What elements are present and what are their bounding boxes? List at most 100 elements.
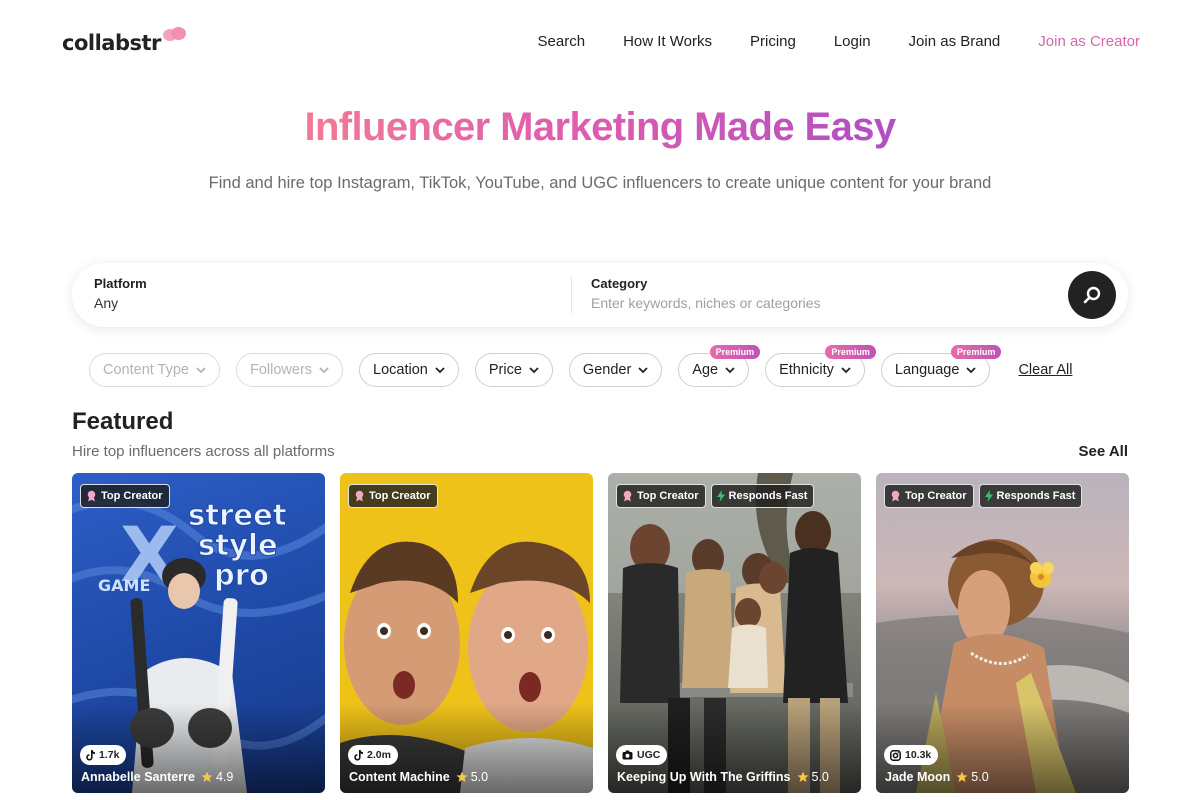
logo-text: collabstr — [62, 31, 161, 55]
category-field: Category — [591, 276, 1011, 313]
filter-label: Location — [373, 362, 428, 378]
badge-label: Top Creator — [637, 490, 699, 502]
category-input[interactable] — [591, 295, 1011, 311]
instagram-icon — [890, 749, 901, 761]
creator-name: Annabelle Santerre — [81, 770, 195, 784]
search-button[interactable] — [1068, 271, 1116, 319]
badge-label: Top Creator — [369, 490, 431, 502]
card-badges: Top Creator — [348, 484, 438, 508]
top-creator-badge: Top Creator — [884, 484, 974, 508]
card-badges: Top Creator Responds Fast — [884, 484, 1083, 508]
chevron-down-icon — [529, 367, 539, 374]
clear-all-link[interactable]: Clear All — [1018, 362, 1072, 378]
chevron-down-icon — [319, 367, 329, 374]
nav-search-link[interactable]: Search — [538, 33, 586, 50]
chat-bubbles-icon — [162, 27, 189, 47]
filter-bar: Content Type Followers Location Price Ge… — [89, 345, 1072, 387]
see-all-link[interactable]: See All — [1079, 443, 1128, 460]
platform-selector[interactable]: Platform Any — [94, 276, 147, 311]
hero-subtitle: Find and hire top Instagram, TikTok, You… — [208, 174, 992, 192]
filter-content-type[interactable]: Content Type — [89, 353, 220, 387]
creator-card[interactable]: X GAME street style pro Top Creator 1.7k… — [72, 473, 325, 793]
creator-rating: 4.9 — [201, 770, 233, 784]
svg-text:pro: pro — [214, 558, 269, 592]
filter-price[interactable]: Price — [474, 353, 553, 387]
nav-join-creator-link[interactable]: Join as Creator — [1038, 33, 1140, 50]
filter-location[interactable]: Location — [359, 353, 459, 387]
svg-text:GAME: GAME — [98, 576, 150, 595]
premium-badge: Premium — [825, 345, 876, 359]
search-divider — [571, 277, 572, 313]
filter-label: Age — [692, 362, 719, 378]
rating-value: 4.9 — [215, 770, 234, 784]
chevron-down-icon — [966, 367, 977, 374]
follower-count: 10.3k — [884, 745, 939, 765]
badge-label: Responds Fast — [996, 490, 1076, 502]
filter-label: Ethnicity — [779, 362, 834, 378]
nav-pricing-link[interactable]: Pricing — [750, 33, 796, 50]
collabstr-logo[interactable]: collabstr — [62, 27, 189, 55]
creator-card[interactable]: Top Creator 2.0m Content Machine 5.0 — [340, 473, 593, 793]
platform-value: Any — [94, 295, 119, 311]
stat-value: 1.7k — [99, 749, 120, 761]
card-footer: Content Machine 5.0 — [349, 770, 488, 784]
filter-age[interactable]: Age Premium — [678, 345, 761, 387]
tiktok-icon — [86, 749, 95, 760]
star-icon — [201, 771, 213, 782]
creator-card[interactable]: Top Creator Responds Fast UGC Keeping Up… — [608, 473, 861, 793]
responds-fast-badge: Responds Fast — [978, 484, 1083, 508]
svg-text:street: street — [188, 498, 287, 532]
nav-how-it-works-link[interactable]: How It Works — [623, 33, 712, 50]
filter-label: Followers — [250, 362, 313, 378]
chevron-down-icon — [638, 367, 648, 374]
rating-value: 5.0 — [971, 770, 989, 784]
creator-card[interactable]: Top Creator Responds Fast 10.3k Jade Moo… — [876, 473, 1129, 793]
site-header: collabstr Search How It Works Pricing Lo… — [0, 0, 1200, 84]
stat-value: 2.0m — [367, 749, 391, 761]
filter-language[interactable]: Language Premium — [880, 345, 1002, 387]
filter-label: Price — [488, 362, 522, 378]
chevron-down-icon — [841, 367, 851, 374]
responds-fast-badge: Responds Fast — [710, 484, 815, 508]
hero-title: Influencer Marketing Made Easy — [0, 105, 1200, 150]
rating-value: 5.0 — [470, 770, 489, 784]
creator-rating: 5.0 — [956, 770, 989, 784]
lightning-bolt-icon — [716, 490, 725, 502]
chevron-down-icon — [435, 367, 445, 374]
featured-cards: X GAME street style pro Top Creator 1.7k… — [72, 473, 1129, 793]
top-creator-badge: Top Creator — [616, 484, 706, 508]
badge-label: Responds Fast — [728, 490, 808, 502]
featured-heading: Featured — [72, 408, 174, 435]
platform-label: Platform — [94, 276, 147, 291]
card-badges: Top Creator — [80, 484, 170, 508]
award-ribbon-icon — [891, 490, 900, 502]
follower-count: 2.0m — [348, 745, 398, 765]
hero-title-text: Influencer Marketing Made Easy — [304, 105, 896, 149]
svg-text:style: style — [198, 528, 278, 562]
filter-followers[interactable]: Followers — [236, 353, 344, 387]
creator-rating: 5.0 — [456, 770, 488, 784]
rating-value: 5.0 — [811, 770, 829, 784]
stat-value: UGC — [637, 749, 661, 761]
creator-search-bar: Platform Any Category — [72, 263, 1128, 327]
premium-badge: Premium — [709, 345, 761, 359]
card-footer: Keeping Up With The Griffins 5.0 — [617, 770, 829, 784]
filter-label: Language — [894, 362, 960, 378]
creator-name: Jade Moon — [885, 770, 951, 784]
filter-gender[interactable]: Gender — [568, 353, 663, 387]
filter-label: Content Type — [103, 362, 189, 378]
creator-name: Keeping Up With The Griffins — [617, 770, 791, 784]
featured-subtitle: Hire top influencers across all platform… — [72, 443, 335, 460]
nav-login-link[interactable]: Login — [834, 33, 871, 50]
filter-ethnicity[interactable]: Ethnicity Premium — [765, 345, 876, 387]
tiktok-icon — [354, 749, 363, 760]
creator-name: Content Machine — [349, 770, 450, 784]
award-ribbon-icon — [623, 490, 632, 502]
stat-value: 10.3k — [905, 749, 932, 761]
premium-badge: Premium — [950, 345, 1002, 359]
star-icon — [797, 771, 808, 782]
chevron-down-icon — [196, 367, 206, 374]
category-label: Category — [591, 276, 648, 291]
nav-join-brand-link[interactable]: Join as Brand — [909, 33, 1001, 50]
card-badges: Top Creator Responds Fast — [616, 484, 815, 508]
